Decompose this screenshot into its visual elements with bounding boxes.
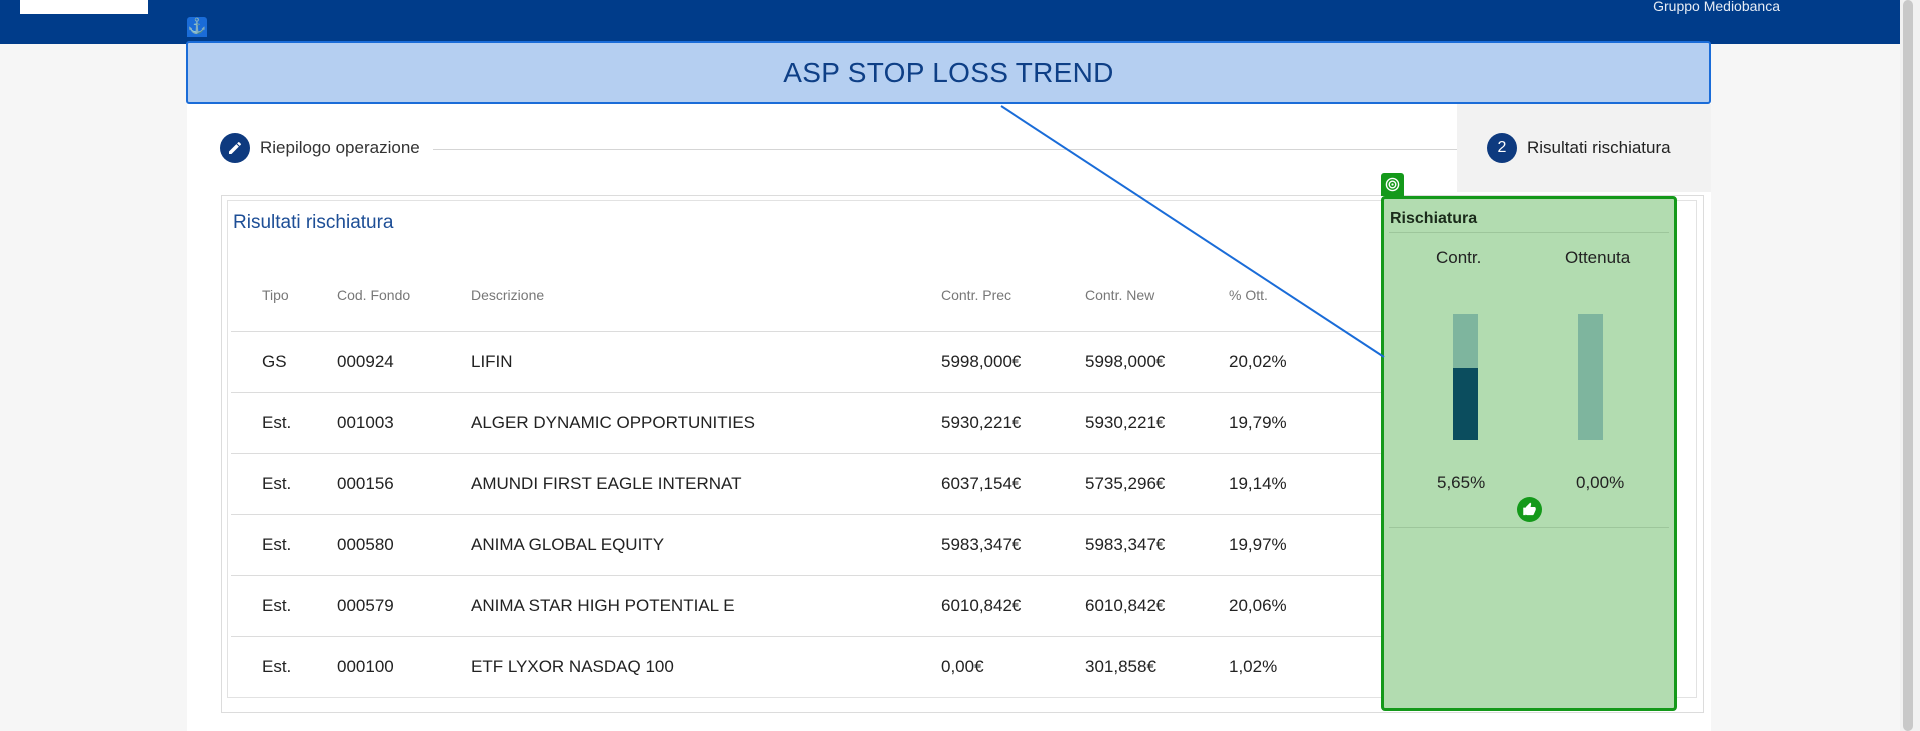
cell-contr-prec: 5998,000€ — [941, 352, 1022, 371]
cell-perc-ott: 19,79% — [1229, 413, 1287, 432]
brand-logo — [20, 0, 148, 14]
cell-cod-fondo: 000579 — [337, 596, 394, 615]
cell-cod-fondo: 001003 — [337, 413, 394, 432]
anchor-icon: ⚓ — [187, 18, 207, 35]
cell-contr-prec: 6037,154€ — [941, 474, 1022, 493]
contr-bar-fill — [1453, 368, 1478, 440]
cell-contr-prec: 6010,842€ — [941, 596, 1022, 615]
cell-contr-prec: 0,00€ — [941, 657, 984, 676]
column-header-descrizione[interactable]: Descrizione — [471, 287, 544, 303]
target-icon — [1385, 177, 1400, 192]
cell-perc-ott: 19,97% — [1229, 535, 1287, 554]
cell-contr-new: 5930,221€ — [1085, 413, 1166, 432]
stepper-connector-line — [433, 149, 1463, 150]
ottenuta-bar — [1578, 314, 1603, 440]
ottenuta-label: Ottenuta — [1565, 248, 1631, 267]
cell-contr-new: 301,858€ — [1085, 657, 1156, 676]
cell-contr-prec: 5930,221€ — [941, 413, 1022, 432]
cell-cod-fondo: 000580 — [337, 535, 394, 554]
step-2-label: Risultati rischiatura — [1527, 138, 1671, 157]
asp-stop-loss-trend-banner: ASP STOP LOSS TREND — [186, 41, 1711, 104]
results-title: Risultati rischiatura — [233, 212, 394, 233]
top-header-bar: Gruppo Mediobanca — [0, 0, 1900, 44]
cell-contr-new: 6010,842€ — [1085, 596, 1166, 615]
anchor-marker-tag: ⚓ — [187, 17, 207, 37]
cell-tipo: Est. — [262, 657, 292, 676]
step-1-label: Riepilogo operazione — [260, 138, 420, 157]
cell-cod-fondo: 000156 — [337, 474, 394, 493]
brand-text: Gruppo Mediobanca — [1653, 0, 1780, 14]
cell-tipo: Est. — [262, 535, 292, 554]
step-riepilogo-operazione[interactable]: Riepilogo operazione — [220, 133, 430, 163]
cell-descrizione: AMUNDI FIRST EAGLE INTERNAT — [471, 474, 742, 493]
column-header-cod-fondo[interactable]: Cod. Fondo — [337, 287, 410, 303]
cell-descrizione: ETF LYXOR NASDAQ 100 — [471, 657, 674, 676]
contr-value: 5,65% — [1437, 473, 1486, 492]
column-header-perc-ott[interactable]: % Ott. — [1229, 287, 1268, 303]
contr-bar — [1453, 314, 1478, 440]
cell-contr-new: 5983,347€ — [1085, 535, 1166, 554]
cell-perc-ott: 19,14% — [1229, 474, 1287, 493]
rischiatura-title: Rischiatura — [1390, 210, 1478, 227]
cell-contr-prec: 5983,347€ — [941, 535, 1022, 554]
contr-label: Contr. — [1436, 248, 1482, 267]
cell-perc-ott: 20,02% — [1229, 352, 1287, 371]
cell-perc-ott: 20,06% — [1229, 596, 1287, 615]
column-header-contr-new[interactable]: Contr. New — [1085, 287, 1154, 303]
cell-cod-fondo: 000924 — [337, 352, 394, 371]
ottenuta-value: 0,00% — [1576, 473, 1625, 492]
rischiatura-bottom-divider — [1389, 527, 1669, 528]
step-risultati-rischiatura[interactable]: 2 Risultati rischiatura — [1487, 133, 1671, 163]
cell-descrizione: LIFIN — [471, 352, 513, 371]
column-header-tipo[interactable]: Tipo — [262, 287, 289, 303]
cell-descrizione: ANIMA GLOBAL EQUITY — [471, 535, 665, 554]
cell-contr-new: 5998,000€ — [1085, 352, 1166, 371]
cell-tipo: Est. — [262, 413, 292, 432]
cell-perc-ott: 1,02% — [1229, 657, 1278, 676]
cell-contr-new: 5735,296€ — [1085, 474, 1166, 493]
column-header-contr-prec[interactable]: Contr. Prec — [941, 287, 1011, 303]
cell-tipo: GS — [262, 352, 287, 371]
step-2-circle: 2 — [1487, 133, 1517, 163]
rischiatura-divider — [1389, 232, 1669, 233]
cell-tipo: Est. — [262, 596, 292, 615]
cell-cod-fondo: 000100 — [337, 657, 394, 676]
step-1-circle — [220, 133, 250, 163]
status-badge — [1517, 497, 1542, 522]
pencil-icon — [229, 141, 242, 154]
vertical-scrollbar-thumb[interactable] — [1903, 0, 1913, 731]
thumbs-up-icon — [1523, 502, 1536, 516]
banner-title: ASP STOP LOSS TREND — [783, 56, 1114, 88]
rischiatura-panel — [1381, 196, 1677, 711]
cell-descrizione: ANIMA STAR HIGH POTENTIAL E — [471, 596, 735, 615]
cell-tipo: Est. — [262, 474, 292, 493]
wizard-stepper: Riepilogo operazione 2 Risultati rischia… — [187, 104, 1711, 192]
target-marker-tag — [1381, 173, 1404, 196]
cell-descrizione: ALGER DYNAMIC OPPORTUNITIES — [471, 413, 756, 432]
